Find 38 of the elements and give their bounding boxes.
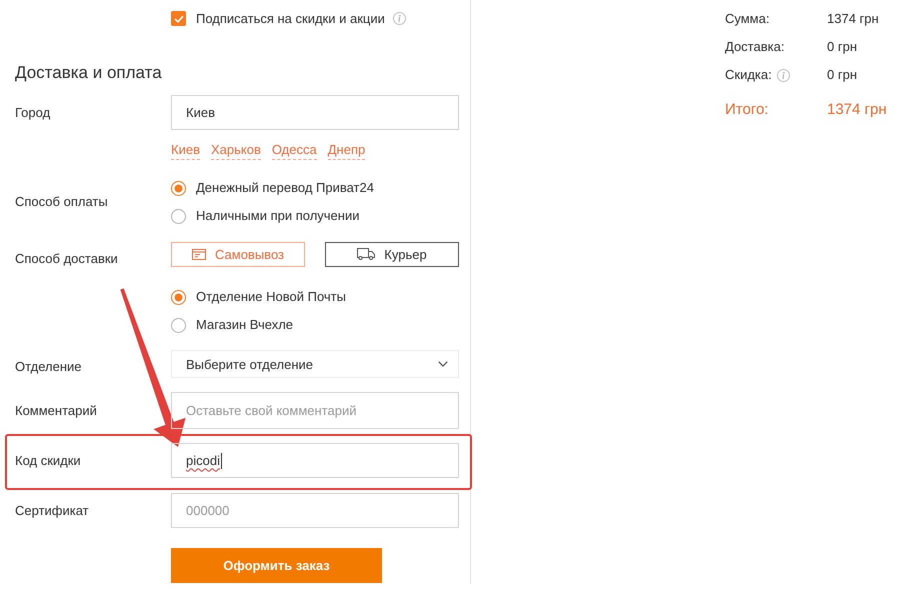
summary-label: Сумма:: [725, 11, 770, 27]
summary-value: 0 грн: [827, 67, 858, 83]
delivery-method-button[interactable]: Курьер: [325, 242, 459, 266]
field-label: Код скидки: [15, 452, 81, 468]
field-label: Способ оплаты: [15, 194, 108, 210]
option-label[interactable]: Наличными при получении: [196, 208, 360, 224]
comment-input[interactable]: Оставьте свой комментарий: [171, 392, 459, 429]
total-value: 1374 грн: [827, 101, 887, 119]
summary-label: Скидка:: [725, 67, 772, 83]
branch-select[interactable]: Выберите отделение: [171, 350, 459, 378]
window-icon: [192, 248, 206, 260]
certificate-input[interactable]: 000000: [171, 493, 459, 528]
field-label: Сертификат: [15, 502, 89, 518]
checkbox[interactable]: [171, 11, 186, 26]
city-input[interactable]: Киев: [171, 95, 459, 130]
section-heading: Доставка и оплата: [15, 63, 162, 83]
radio-button[interactable]: [171, 318, 186, 332]
summary-value: 0 грн: [827, 39, 858, 55]
checkbox-label[interactable]: Подписаться на скидки и акции: [196, 10, 385, 26]
field-label: Отделение: [15, 359, 82, 375]
checkmark-icon: [174, 14, 184, 22]
info-icon[interactable]: [392, 12, 406, 25]
truck-icon: [357, 248, 376, 260]
radio-button[interactable]: [171, 290, 186, 304]
discount-code-input[interactable]: picodi: [171, 443, 459, 478]
summary-value: 1374 грн: [827, 11, 880, 27]
radio-button[interactable]: [171, 180, 186, 196]
radio-button[interactable]: [171, 208, 186, 224]
option-label[interactable]: Отделение Новой Почты: [196, 289, 346, 305]
chevron-down-icon: [438, 361, 448, 367]
total-label: Итого:: [725, 101, 770, 119]
field-label: Город: [15, 104, 50, 120]
field-label: Способ доставки: [15, 251, 118, 267]
field-label: Комментарий: [15, 402, 97, 418]
option-label[interactable]: Денежный перевод Приват24: [196, 180, 374, 196]
info-icon[interactable]: [776, 68, 790, 82]
summary-label: Доставка:: [725, 39, 784, 55]
option-label[interactable]: Магазин Вчехле: [196, 317, 294, 333]
